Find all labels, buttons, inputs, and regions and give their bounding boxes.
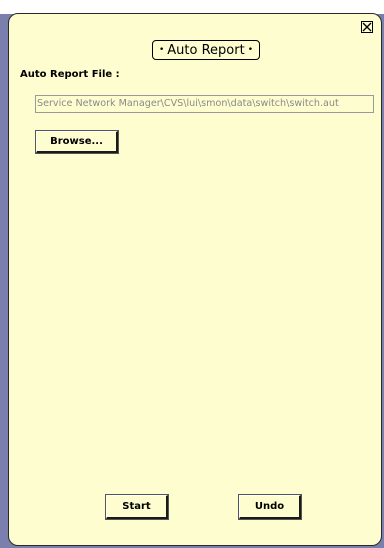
undo-button[interactable]: Undo — [238, 494, 302, 520]
dialog-title-text: Auto Report — [167, 42, 245, 58]
start-button[interactable]: Start — [105, 494, 169, 520]
dialog-title: • Auto Report • — [152, 40, 260, 60]
top-strip — [0, 0, 384, 14]
auto-report-file-path: Service Network Manager\CVS\lui\smon\dat… — [35, 95, 374, 113]
bullet-icon: • — [247, 45, 254, 55]
browse-button[interactable]: Browse... — [35, 130, 119, 154]
close-icon[interactable] — [361, 21, 373, 33]
bullet-icon: • — [158, 45, 165, 55]
auto-report-panel — [8, 13, 382, 546]
auto-report-file-label: Auto Report File : — [20, 69, 120, 80]
